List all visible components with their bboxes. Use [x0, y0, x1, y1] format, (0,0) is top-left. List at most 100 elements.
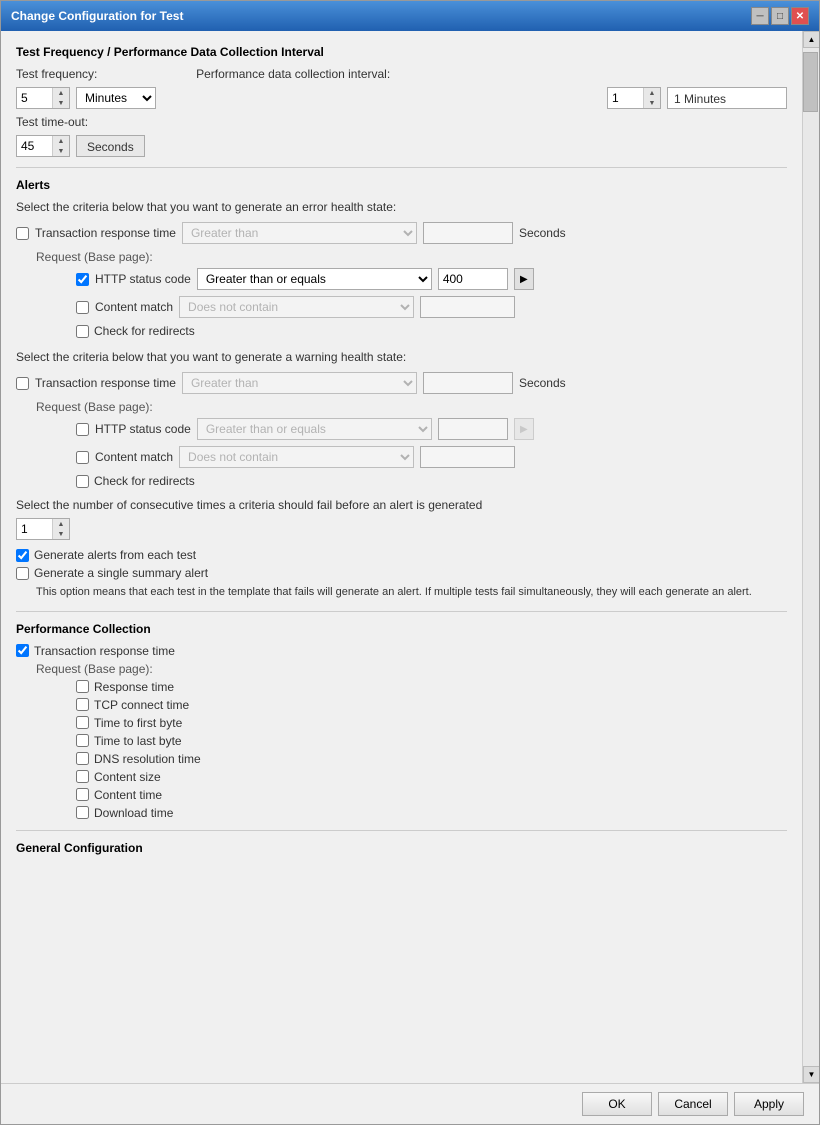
alerts-section: Alerts Select the criteria below that yo…: [16, 178, 787, 601]
close-button[interactable]: ✕: [791, 7, 809, 25]
perf-spin-up[interactable]: ▲: [644, 88, 660, 98]
error-http-checkbox[interactable]: [76, 273, 89, 286]
consecutive-spin-up[interactable]: ▲: [53, 519, 69, 529]
scrollbar[interactable]: ▲ ▼: [802, 31, 819, 1083]
first-byte-checkbox[interactable]: [76, 716, 89, 729]
scroll-up-button[interactable]: ▲: [803, 31, 819, 48]
warning-http-label: HTTP status code: [95, 422, 191, 436]
error-redirect-row: Check for redirects: [76, 324, 787, 338]
response-time-checkbox[interactable]: [76, 680, 89, 693]
download-time-checkbox[interactable]: [76, 806, 89, 819]
warning-request-section: Request (Base page): HTTP status code Gr…: [36, 400, 787, 488]
warning-content-checkbox[interactable]: [76, 451, 89, 464]
frequency-section: Test Frequency / Performance Data Collec…: [16, 45, 787, 157]
perf-input[interactable]: 1: [608, 89, 643, 107]
perf-request-label: Request (Base page):: [36, 662, 787, 676]
perf-item-tcp: TCP connect time: [76, 698, 787, 712]
error-http-label: HTTP status code: [95, 272, 191, 286]
perf-item-last-byte: Time to last byte: [76, 734, 787, 748]
warning-http-checkbox[interactable]: [76, 423, 89, 436]
warning-content-dropdown[interactable]: Does not contain Contains: [179, 446, 414, 468]
error-transaction-value[interactable]: [423, 222, 513, 244]
dns-checkbox[interactable]: [76, 752, 89, 765]
minimize-button[interactable]: ─: [751, 7, 769, 25]
consecutive-section: Select the number of consecutive times a…: [16, 498, 787, 540]
generate-summary-row: Generate a single summary alert: [16, 566, 787, 580]
scroll-down-button[interactable]: ▼: [803, 1066, 819, 1083]
error-http-dropdown[interactable]: Greater than Greater than or equals Less…: [197, 268, 432, 290]
warning-transaction-value[interactable]: [423, 372, 513, 394]
test-frequency-label: Test frequency:: [16, 67, 97, 81]
error-http-browse-button[interactable]: ▶: [514, 268, 534, 290]
timeout-spin-up[interactable]: ▲: [53, 136, 69, 146]
warning-transaction-unit: Seconds: [519, 376, 566, 390]
generate-each-checkbox[interactable]: [16, 549, 29, 562]
consecutive-input[interactable]: 1: [17, 520, 52, 538]
window-title: Change Configuration for Test: [11, 9, 183, 23]
perf-spin-buttons: ▲ ▼: [643, 88, 660, 108]
divider-3: [16, 830, 787, 831]
warning-request-label: Request (Base page):: [36, 400, 787, 414]
perf-transaction-label: Transaction response time: [34, 644, 175, 658]
tcp-connect-checkbox[interactable]: [76, 698, 89, 711]
frequency-spin-down[interactable]: ▼: [53, 98, 69, 108]
consecutive-spin-down[interactable]: ▼: [53, 529, 69, 539]
generate-each-row: Generate alerts from each test: [16, 548, 787, 562]
test-frequency-spinner: 5 ▲ ▼: [16, 87, 70, 109]
warning-transaction-row: Transaction response time Greater than G…: [16, 372, 787, 394]
generate-summary-checkbox[interactable]: [16, 567, 29, 580]
scroll-thumb[interactable]: [803, 52, 818, 112]
frequency-spin-up[interactable]: ▲: [53, 88, 69, 98]
warning-criteria-label: Select the criteria below that you want …: [16, 350, 787, 364]
error-transaction-dropdown[interactable]: Greater than Greater than or equals Less…: [182, 222, 417, 244]
warning-transaction-dropdown[interactable]: Greater than Greater than or equals: [182, 372, 417, 394]
warning-http-dropdown[interactable]: Greater than Greater than or equals: [197, 418, 432, 440]
maximize-button[interactable]: □: [771, 7, 789, 25]
test-frequency-input[interactable]: 5: [17, 89, 52, 107]
perf-transaction-checkbox[interactable]: [16, 644, 29, 657]
error-content-value[interactable]: [420, 296, 515, 318]
timeout-input[interactable]: 45: [17, 137, 52, 155]
scrollable-area: Test Frequency / Performance Data Collec…: [1, 31, 819, 1083]
content-size-checkbox[interactable]: [76, 770, 89, 783]
warning-redirect-checkbox[interactable]: [76, 475, 89, 488]
alert-description: This option means that each test in the …: [36, 584, 787, 601]
cancel-button[interactable]: Cancel: [658, 1092, 728, 1116]
ok-button[interactable]: OK: [582, 1092, 652, 1116]
warning-http-row: HTTP status code Greater than Greater th…: [76, 418, 787, 440]
warning-http-browse-button[interactable]: ▶: [514, 418, 534, 440]
error-http-value[interactable]: [438, 268, 508, 290]
perf-item-response-time: Response time: [76, 680, 787, 694]
general-section: General Configuration: [16, 841, 787, 883]
error-content-checkbox[interactable]: [76, 301, 89, 314]
content-time-label: Content time: [94, 788, 162, 802]
perf-spin-down[interactable]: ▼: [644, 98, 660, 108]
timeout-spin-down[interactable]: ▼: [53, 146, 69, 156]
error-content-label: Content match: [95, 300, 173, 314]
content-time-checkbox[interactable]: [76, 788, 89, 801]
consecutive-spin-buttons: ▲ ▼: [52, 519, 69, 539]
apply-button[interactable]: Apply: [734, 1092, 804, 1116]
perf-spinner: 1 ▲ ▼: [607, 87, 661, 109]
title-bar-buttons: ─ □ ✕: [751, 7, 809, 25]
warning-transaction-checkbox[interactable]: [16, 377, 29, 390]
error-request-section: Request (Base page): HTTP status code Gr…: [36, 250, 787, 338]
consecutive-label: Select the number of consecutive times a…: [16, 498, 787, 512]
perf-item-download-time: Download time: [76, 806, 787, 820]
warning-content-value[interactable]: [420, 446, 515, 468]
frequency-controls-row: 5 ▲ ▼ Minutes Hours Seconds: [16, 87, 787, 109]
frequency-title: Test Frequency / Performance Data Collec…: [16, 45, 787, 59]
error-redirect-checkbox[interactable]: [76, 325, 89, 338]
error-http-row: HTTP status code Greater than Greater th…: [76, 268, 787, 290]
last-byte-checkbox[interactable]: [76, 734, 89, 747]
generate-each-label: Generate alerts from each test: [34, 548, 196, 562]
performance-title: Performance Collection: [16, 622, 787, 636]
error-content-dropdown[interactable]: Does not contain Contains: [179, 296, 414, 318]
error-transaction-checkbox[interactable]: [16, 227, 29, 240]
performance-section: Performance Collection Transaction respo…: [16, 622, 787, 820]
frequency-unit-dropdown[interactable]: Minutes Hours Seconds: [76, 87, 156, 109]
perf-request-section: Request (Base page): Response time TCP c…: [36, 662, 787, 820]
warning-http-value[interactable]: [438, 418, 508, 440]
consecutive-row: 1 ▲ ▼: [16, 518, 787, 540]
divider-2: [16, 611, 787, 612]
